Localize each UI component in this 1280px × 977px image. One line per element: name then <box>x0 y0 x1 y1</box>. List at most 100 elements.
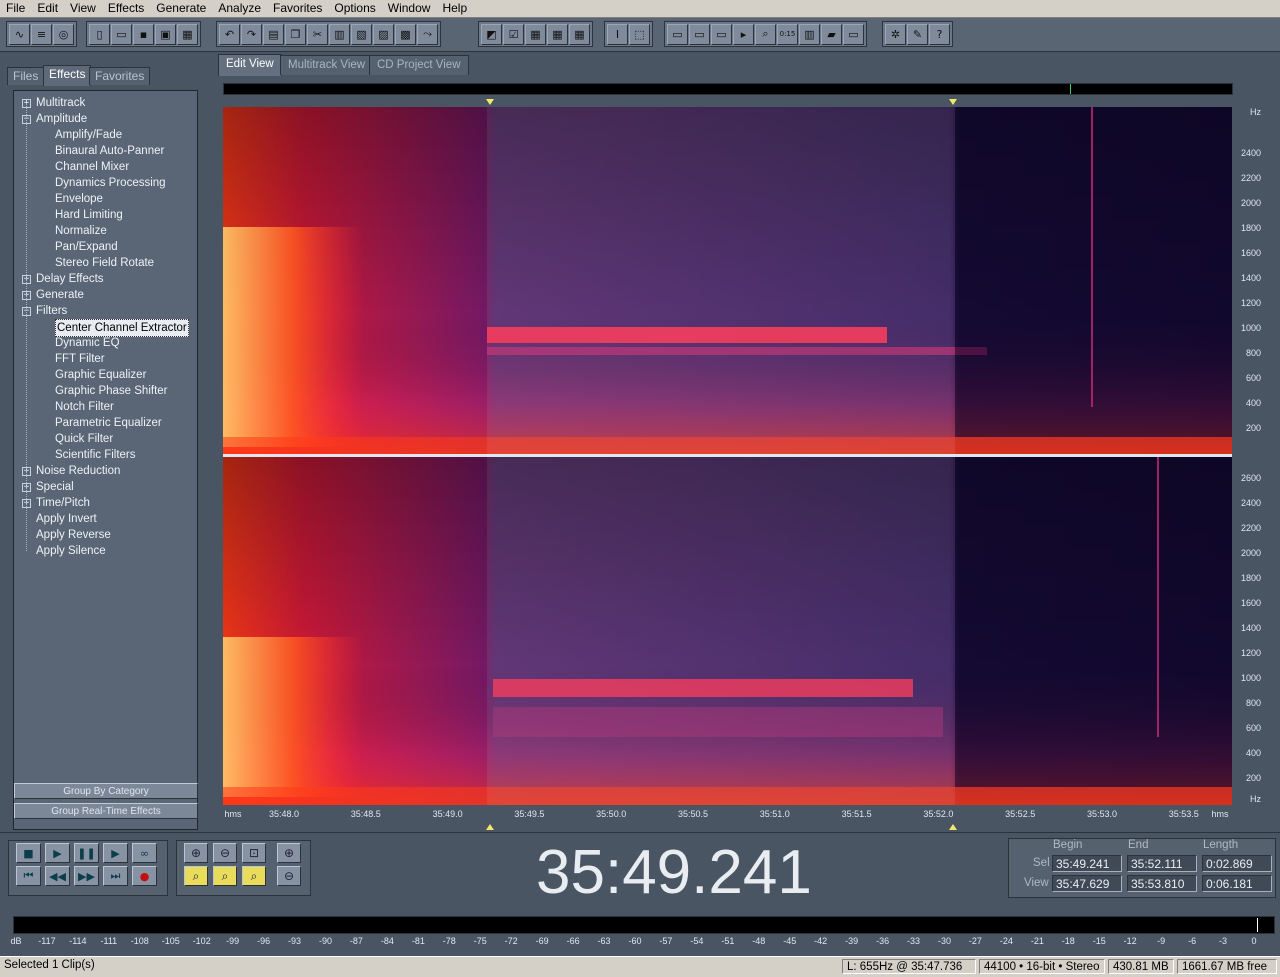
tab-multitrack-view[interactable]: Multitrack View <box>280 55 374 75</box>
selection-region[interactable] <box>487 107 955 805</box>
tab-cd-project-view[interactable]: CD Project View <box>369 55 469 75</box>
play-to-end-button[interactable]: ▶ <box>103 843 128 863</box>
open-button[interactable]: ▭ <box>111 23 132 45</box>
time-select-button[interactable]: I <box>607 23 628 45</box>
tree-item-normalize[interactable]: Normalize <box>55 223 107 239</box>
tree-item-multitrack[interactable]: Multitrack <box>36 95 85 111</box>
selection-end-marker-bottom[interactable] <box>949 824 957 830</box>
copy-new-button[interactable]: ▤ <box>263 23 284 45</box>
pause-button[interactable]: ❚❚ <box>74 843 99 863</box>
menu-edit[interactable]: Edit <box>31 0 64 16</box>
menu-view[interactable]: View <box>64 0 102 16</box>
rewind-button[interactable]: ◀◀ <box>45 866 70 886</box>
grid3-button[interactable]: ▦ <box>569 23 590 45</box>
zoom-right-button[interactable]: ⌕ <box>213 866 237 886</box>
zoom-out-v-button[interactable]: ⊖ <box>277 866 301 886</box>
paste-button[interactable]: ▥ <box>329 23 350 45</box>
loop-button[interactable]: ∞ <box>132 843 157 863</box>
waveform-view-button[interactable]: ∿ <box>9 23 30 45</box>
zoom-selection-button[interactable]: ⌕ <box>242 866 266 886</box>
tree-item-binaural-auto-panner[interactable]: Binaural Auto-Panner <box>55 143 164 159</box>
tree-item-channel-mixer[interactable]: Channel Mixer <box>55 159 129 175</box>
selection-start-marker[interactable] <box>486 99 494 105</box>
menu-analyze[interactable]: Analyze <box>212 0 267 16</box>
menu-help[interactable]: Help <box>436 0 473 16</box>
tree-item-stereo-field-rotate[interactable]: Stereo Field Rotate <box>55 255 154 271</box>
tab-files[interactable]: Files <box>7 67 45 85</box>
time-format-button[interactable]: 0:15 <box>777 23 798 45</box>
overview-bar[interactable] <box>223 83 1233 95</box>
bars-button[interactable]: ▥ <box>799 23 820 45</box>
zoom-full-button[interactable]: ⊡ <box>242 843 266 863</box>
paste-new-button[interactable]: ▧ <box>351 23 372 45</box>
tree-item-amplitude[interactable]: Amplitude <box>36 111 87 127</box>
color-button[interactable]: ▰ <box>821 23 842 45</box>
undo-button[interactable]: ↶ <box>219 23 240 45</box>
multitrack-button[interactable]: ≡ <box>31 23 52 45</box>
sel-end-field[interactable]: 35:52.111 <box>1127 855 1197 872</box>
check-button[interactable]: ☑ <box>503 23 524 45</box>
tree-item-dynamic-eq[interactable]: Dynamic EQ <box>55 335 120 351</box>
view3-button[interactable]: ▭ <box>711 23 732 45</box>
play-button[interactable]: ▶ <box>45 843 70 863</box>
tab-favorites[interactable]: Favorites <box>89 67 151 85</box>
selection-start-marker-bottom[interactable] <box>486 824 494 830</box>
tree-item-scientific-filters[interactable]: Scientific Filters <box>55 447 136 463</box>
time-ruler[interactable]: hms 35:48.0 35:48.5 35:49.0 35:49.5 35:50.0 35… <box>223 806 1232 824</box>
group-realtime-effects-button[interactable]: Group Real-Time Effects <box>14 803 198 819</box>
cut-button[interactable]: ✂ <box>307 23 328 45</box>
go-to-start-button[interactable]: ⏮ <box>16 866 41 886</box>
settings-button[interactable]: ✲ <box>885 23 906 45</box>
tree-item-generate[interactable]: Generate <box>36 287 84 303</box>
copy-button[interactable]: ❐ <box>285 23 306 45</box>
sel-length-field[interactable]: 0:02.869 <box>1202 855 1272 872</box>
tree-item-envelope[interactable]: Envelope <box>55 191 103 207</box>
view1-button[interactable]: ▭ <box>667 23 688 45</box>
menu-options[interactable]: Options <box>328 0 381 16</box>
view2-button[interactable]: ▭ <box>689 23 710 45</box>
view-length-field[interactable]: 0:06.181 <box>1202 875 1272 892</box>
record-button[interactable]: ● <box>132 866 157 886</box>
tree-item-noise-reduction[interactable]: Noise Reduction <box>36 463 120 479</box>
menu-file[interactable]: File <box>0 0 31 16</box>
help-button[interactable]: ? <box>929 23 950 45</box>
marquee-button[interactable]: ⬚ <box>629 23 650 45</box>
zoom-button[interactable]: ⌕ <box>755 23 776 45</box>
tree-item-graphic-equalizer[interactable]: Graphic Equalizer <box>55 367 146 383</box>
tree-item-dynamics-processing[interactable]: Dynamics Processing <box>55 175 166 191</box>
tree-item-pan-expand[interactable]: Pan/Expand <box>55 239 118 255</box>
tree-item-amplify-fade[interactable]: Amplify/Fade <box>55 127 122 143</box>
sel-begin-field[interactable]: 35:49.241 <box>1052 855 1122 872</box>
tree-item-graphic-phase-shifter[interactable]: Graphic Phase Shifter <box>55 383 168 399</box>
grid-button[interactable]: ▦ <box>525 23 546 45</box>
tab-effects[interactable]: Effects <box>43 65 92 86</box>
grid2-button[interactable]: ▦ <box>547 23 568 45</box>
tab-edit-view[interactable]: Edit View <box>218 54 282 76</box>
play-button[interactable]: ▸ <box>733 23 754 45</box>
tree-item-apply-silence[interactable]: Apply Silence <box>36 543 106 559</box>
tree-item-time-pitch[interactable]: Time/Pitch <box>36 495 90 511</box>
tools-button[interactable]: ✎ <box>907 23 928 45</box>
snap-button[interactable]: ⤳ <box>417 23 438 45</box>
tree-item-apply-invert[interactable]: Apply Invert <box>36 511 97 527</box>
tree-item-apply-reverse[interactable]: Apply Reverse <box>36 527 111 543</box>
tree-item-hard-limiting[interactable]: Hard Limiting <box>55 207 123 223</box>
tree-item-fft-filter[interactable]: FFT Filter <box>55 351 105 367</box>
spectral-display[interactable] <box>223 107 1232 805</box>
trim-button[interactable]: ▩ <box>395 23 416 45</box>
go-to-end-button[interactable]: ⏭ <box>103 866 128 886</box>
zoom-in-h-button[interactable]: ⊕ <box>184 843 208 863</box>
zoom-left-button[interactable]: ⌕ <box>184 866 208 886</box>
new-file-button[interactable]: ▯ <box>89 23 110 45</box>
cd-button[interactable]: ◎ <box>53 23 74 45</box>
tree-item-delay-effects[interactable]: Delay Effects <box>36 271 104 287</box>
menu-effects[interactable]: Effects <box>102 0 150 16</box>
mix-paste-button[interactable]: ▨ <box>373 23 394 45</box>
view-end-field[interactable]: 35:53.810 <box>1127 875 1197 892</box>
fast-forward-button[interactable]: ▶▶ <box>74 866 99 886</box>
menu-favorites[interactable]: Favorites <box>267 0 328 16</box>
stop-button[interactable]: ■ <box>16 843 41 863</box>
tree-item-quick-filter[interactable]: Quick Filter <box>55 431 113 447</box>
tree-item-parametric-equalizer[interactable]: Parametric Equalizer <box>55 415 162 431</box>
selection-end-marker[interactable] <box>949 99 957 105</box>
